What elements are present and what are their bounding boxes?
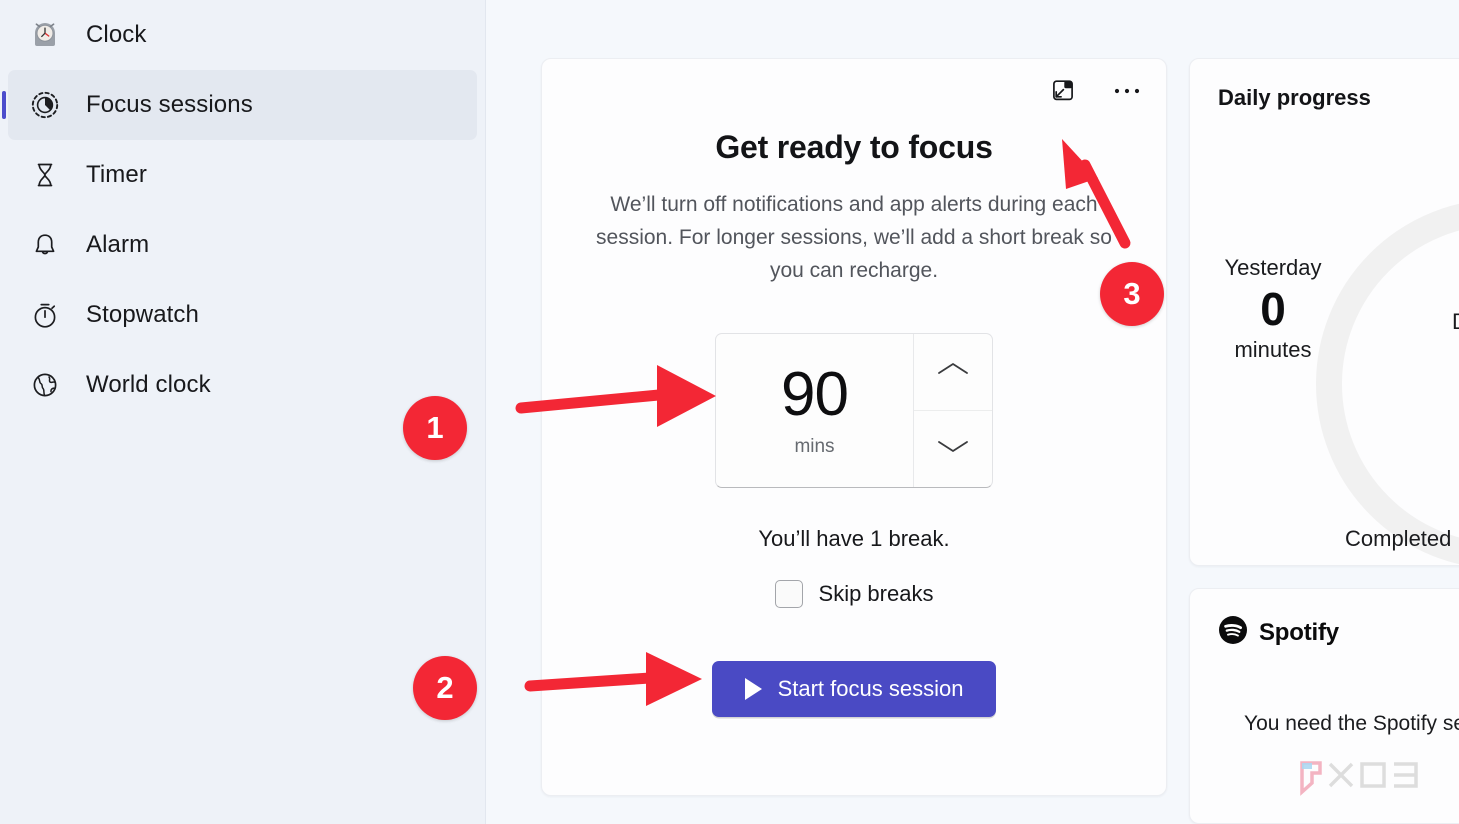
annotation-arrow-3 — [1062, 139, 1131, 249]
clock-app-window: Clock Focus sessions Timer Alarm Stopwat… — [0, 0, 1459, 824]
annotation-arrow-2 — [524, 652, 702, 706]
annotation-badge-3: 3 — [1100, 262, 1164, 326]
annotation-badge-2: 2 — [413, 656, 477, 720]
annotation-arrows — [515, 139, 1131, 706]
annotation-arrow-1 — [515, 365, 716, 427]
annotation-badge-1: 1 — [403, 396, 467, 460]
